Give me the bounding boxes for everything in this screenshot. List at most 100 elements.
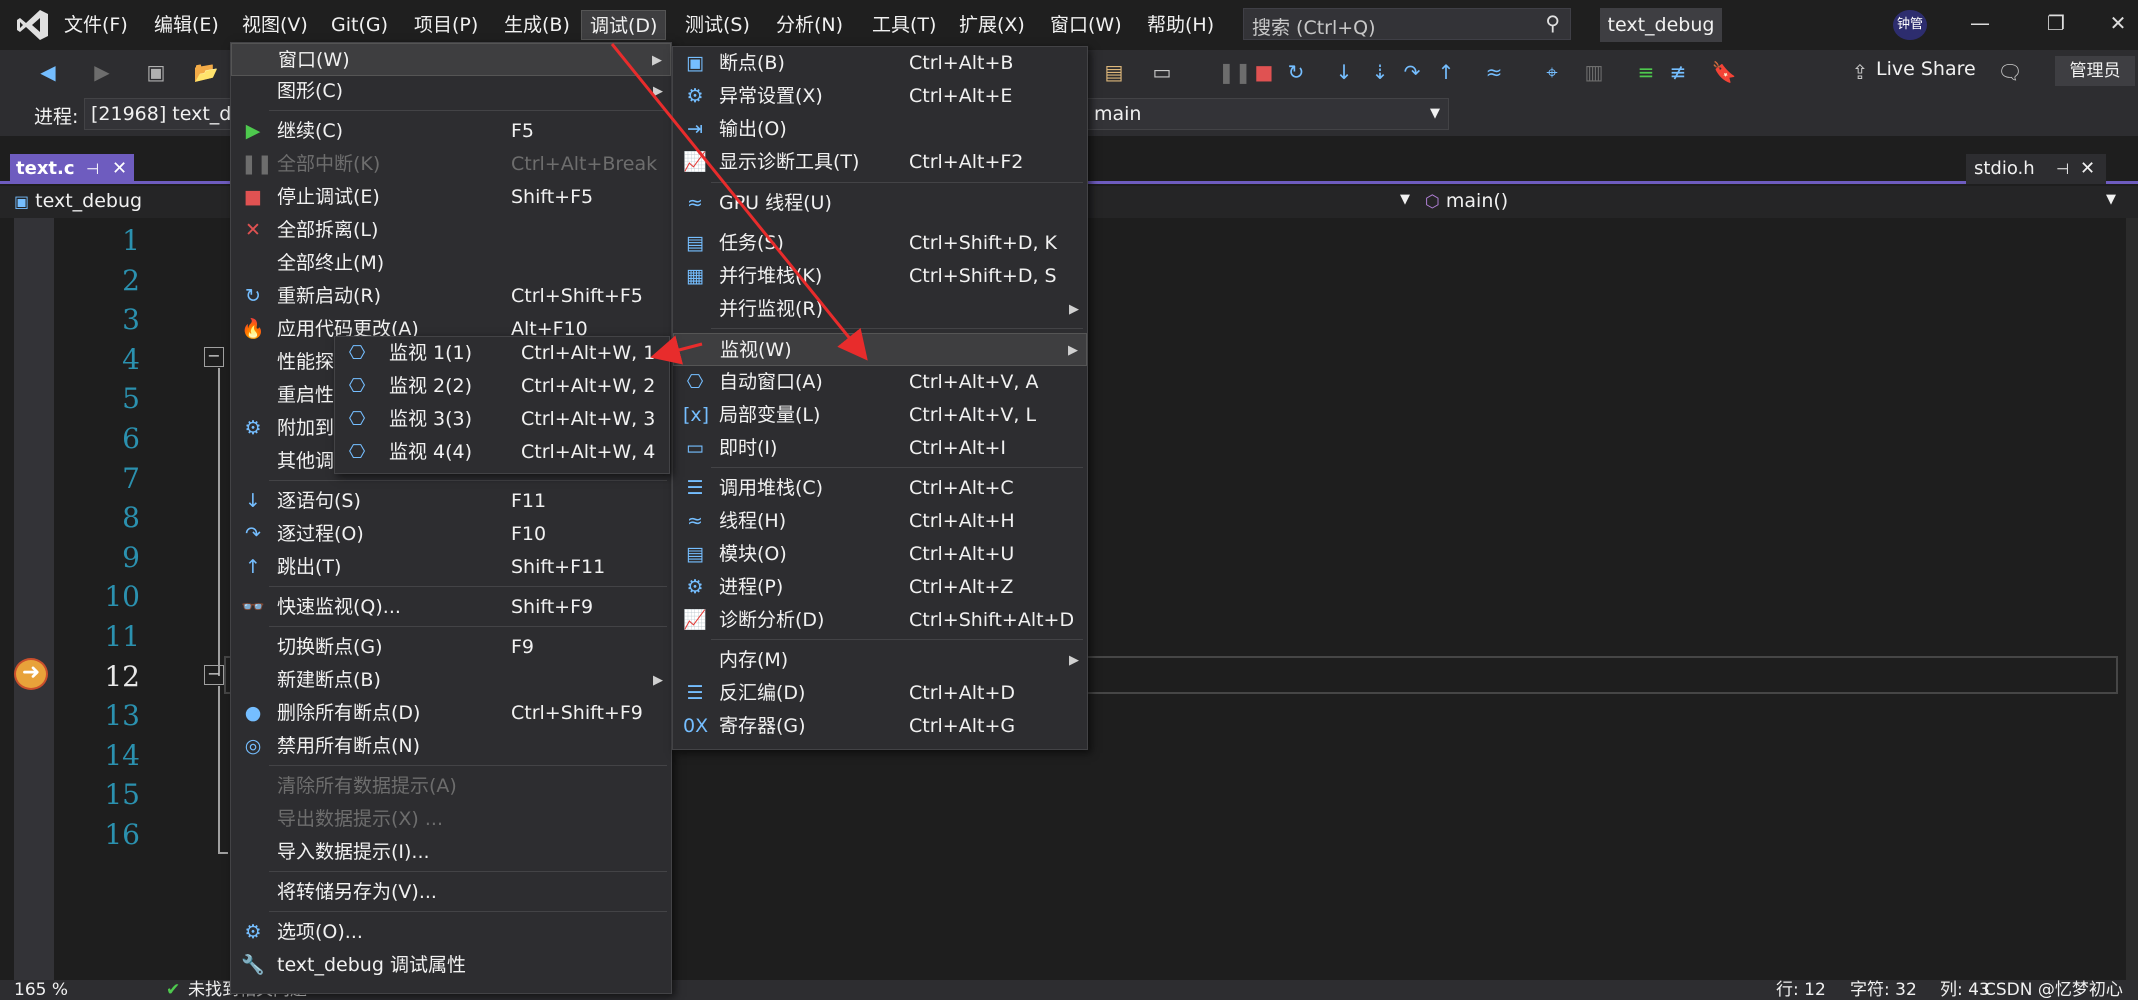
restart-icon[interactable]: ↻ <box>1282 58 1310 86</box>
open-folder-icon[interactable]: 📂 <box>192 58 220 86</box>
window-menu-item[interactable]: ▦ 并行堆栈(K) Ctrl+Shift+D, S <box>673 260 1087 293</box>
debug-menu-item[interactable]: 导出数据提示(X) ... <box>231 803 671 836</box>
restore-icon[interactable]: ❐ <box>2036 8 2076 38</box>
live-share-icon[interactable]: ⇪ <box>1846 58 1874 86</box>
pin-icon[interactable]: ⊣ <box>2056 154 2069 184</box>
debug-menu-item[interactable]: ▶ 继续(C) F5 <box>231 115 671 148</box>
layout-icon[interactable]: ▭ <box>1148 58 1176 86</box>
step-into-icon[interactable]: ⇣ <box>1366 58 1394 86</box>
feedback-icon[interactable]: 🗨 <box>1996 58 2024 86</box>
watch-menu-item[interactable]: ⎔ 监视 4(4) Ctrl+Alt+W, 4 <box>335 436 669 469</box>
debug-menu-item[interactable]: ↻ 重新启动(R) Ctrl+Shift+F5 <box>231 280 671 313</box>
close-tab-icon[interactable]: ✕ <box>2080 154 2095 184</box>
navigate-forward-icon[interactable]: ▶ <box>88 58 116 86</box>
debug-menu-item[interactable]: 图形(C) ▶ <box>231 75 671 108</box>
step-out-icon[interactable]: ↑ <box>1432 58 1460 86</box>
close-tab-icon[interactable]: ✕ <box>112 154 127 184</box>
collapse-icon[interactable]: − <box>204 665 224 685</box>
window-menu-item[interactable]: 监视(W) ▶ <box>673 333 1087 366</box>
step-over-icon[interactable]: ↷ <box>1398 58 1426 86</box>
watch-menu-item[interactable]: ⎔ 监视 2(2) Ctrl+Alt+W, 2 <box>335 370 669 403</box>
window-menu-item[interactable]: ⚙ 进程(P) Ctrl+Alt+Z <box>673 571 1087 604</box>
chevron-down-icon[interactable]: ▼ <box>1400 192 1410 207</box>
menu-item-9[interactable]: 工具(T) <box>864 10 944 40</box>
debug-menu-item[interactable]: 将转储另存为(V)... <box>231 876 671 909</box>
avatar[interactable]: 钟管 <box>1893 10 1927 40</box>
menu-item-7[interactable]: 测试(S) <box>677 10 758 40</box>
debug-menu-item[interactable]: ↷ 逐过程(O) F10 <box>231 518 671 551</box>
menu-item-10[interactable]: 扩展(X) <box>951 10 1033 40</box>
live-share-button[interactable]: Live Share <box>1876 58 1976 80</box>
cursor-icon[interactable]: ⌖ <box>1538 58 1566 86</box>
comment-icon[interactable]: ≡ <box>1632 58 1660 86</box>
debug-menu-item[interactable]: 导入数据提示(I)... <box>231 836 671 869</box>
menu-item-8[interactable]: 分析(N) <box>768 10 851 40</box>
debug-menu-item[interactable]: ⚙ 选项(O)... <box>231 916 671 949</box>
debug-menu-item[interactable]: ↓ 逐语句(S) F11 <box>231 485 671 518</box>
window-menu-item[interactable]: ▤ 模块(O) Ctrl+Alt+U <box>673 538 1087 571</box>
chevron-down-icon[interactable]: ▼ <box>2106 192 2116 207</box>
window-menu-item[interactable]: ⇥ 输出(O) <box>673 113 1087 146</box>
debug-menu-item[interactable]: 全部终止(M) <box>231 247 671 280</box>
zoom-level[interactable]: 165 % <box>14 980 68 1000</box>
window-menu-item[interactable]: 并行监视(R) ▶ <box>673 293 1087 326</box>
debug-menu-item[interactable]: ❚❚ 全部中断(K) Ctrl+Alt+Break <box>231 148 671 181</box>
stop-icon[interactable]: ■ <box>1250 58 1278 86</box>
folder-icon[interactable]: ▤ <box>1100 58 1128 86</box>
function-dropdown[interactable]: ⬡ main() <box>1425 190 1508 212</box>
window-menu-item[interactable]: 0X 寄存器(G) Ctrl+Alt+G <box>673 710 1087 743</box>
vertical-scrollbar[interactable] <box>2126 218 2138 980</box>
step-into-arrow-icon[interactable]: ↓ <box>1330 58 1358 86</box>
project-dropdown[interactable]: ▣ text_debug <box>14 190 142 212</box>
breakpoint-gutter[interactable] <box>14 218 54 980</box>
menu-item-11[interactable]: 窗口(W) <box>1042 10 1130 40</box>
window-menu-item[interactable]: ☰ 反汇编(D) Ctrl+Alt+D <box>673 677 1087 710</box>
tab-stdio-h[interactable]: stdio.h ⊣ ✕ <box>1966 154 2106 184</box>
watch-menu-item[interactable]: ⎔ 监视 3(3) Ctrl+Alt+W, 3 <box>335 403 669 436</box>
stack-frame-dropdown[interactable]: main ▼ <box>1087 98 1449 130</box>
window-menu-item[interactable]: ▣ 断点(B) Ctrl+Alt+B <box>673 47 1087 80</box>
search-input[interactable]: 搜索 (Ctrl+Q) ⚲ <box>1243 8 1571 40</box>
menu-item-0[interactable]: 文件(F) <box>56 10 136 40</box>
debug-menu-item[interactable]: 清除所有数据提示(A) <box>231 770 671 803</box>
new-project-icon[interactable]: ▣ <box>142 58 170 86</box>
window-menu-item[interactable]: [x] 局部变量(L) Ctrl+Alt+V, L <box>673 399 1087 432</box>
debug-menu-item[interactable]: 窗口(W) ▶ <box>231 43 671 76</box>
uncomment-icon[interactable]: ≢ <box>1664 58 1692 86</box>
menu-item-1[interactable]: 编辑(E) <box>146 10 227 40</box>
minimize-icon[interactable]: — <box>1960 8 2000 38</box>
watch-menu-item[interactable]: ⎔ 监视 1(1) Ctrl+Alt+W, 1 <box>335 337 669 370</box>
bookmark-icon[interactable]: 🔖 <box>1710 58 1738 86</box>
menu-item-6[interactable]: 调试(D) <box>581 10 667 40</box>
tab-text-c[interactable]: text.c ⊣ ✕ <box>10 154 134 184</box>
menu-item-2[interactable]: 视图(V) <box>234 10 316 40</box>
close-icon[interactable]: ✕ <box>2098 8 2138 38</box>
window-menu-item[interactable]: 内存(M) ▶ <box>673 644 1087 677</box>
window-menu-item[interactable]: 📈 诊断分析(D) Ctrl+Shift+Alt+D <box>673 604 1087 637</box>
pin-icon[interactable]: ⊣ <box>86 154 99 184</box>
debug-menu-item[interactable]: 切换断点(G) F9 <box>231 631 671 664</box>
collapse-icon[interactable]: − <box>204 347 224 367</box>
debug-menu-item[interactable]: 🔧 text_debug 调试属性 <box>231 949 671 982</box>
hex-icon[interactable]: ▥ <box>1580 58 1608 86</box>
menu-item-5[interactable]: 生成(B) <box>496 10 578 40</box>
window-menu-item[interactable]: ≈ GPU 线程(U) <box>673 187 1087 220</box>
debug-menu-item[interactable]: ■ 停止调试(E) Shift+F5 <box>231 181 671 214</box>
debug-menu-item[interactable]: 👓 快速监视(Q)... Shift+F9 <box>231 591 671 624</box>
window-menu-item[interactable]: ⎔ 自动窗口(A) Ctrl+Alt+V, A <box>673 366 1087 399</box>
debug-menu-item[interactable]: ↑ 跳出(T) Shift+F11 <box>231 551 671 584</box>
window-menu-item[interactable]: ≈ 线程(H) Ctrl+Alt+H <box>673 505 1087 538</box>
debug-menu-item[interactable]: ◎ 禁用所有断点(N) <box>231 730 671 763</box>
process-dropdown[interactable]: [21968] text_de <box>84 98 234 130</box>
window-menu-item[interactable]: ⚙ 异常设置(X) Ctrl+Alt+E <box>673 80 1087 113</box>
debug-menu-item[interactable]: 新建断点(B) ▶ <box>231 664 671 697</box>
window-menu-item[interactable]: ▭ 即时(I) Ctrl+Alt+I <box>673 432 1087 465</box>
window-menu-item[interactable]: ☰ 调用堆栈(C) Ctrl+Alt+C <box>673 472 1087 505</box>
window-menu-item[interactable]: ▤ 任务(S) Ctrl+Shift+D, K <box>673 227 1087 260</box>
break-all-icon[interactable]: ❚❚ <box>1218 58 1252 86</box>
debug-menu-item[interactable]: ✕ 全部拆离(L) <box>231 214 671 247</box>
window-menu-item[interactable]: 📈 显示诊断工具(T) Ctrl+Alt+F2 <box>673 146 1087 179</box>
menu-item-12[interactable]: 帮助(H) <box>1139 10 1222 40</box>
debug-menu-item[interactable]: ● 删除所有断点(D) Ctrl+Shift+F9 <box>231 697 671 730</box>
menu-item-3[interactable]: Git(G) <box>323 10 396 40</box>
